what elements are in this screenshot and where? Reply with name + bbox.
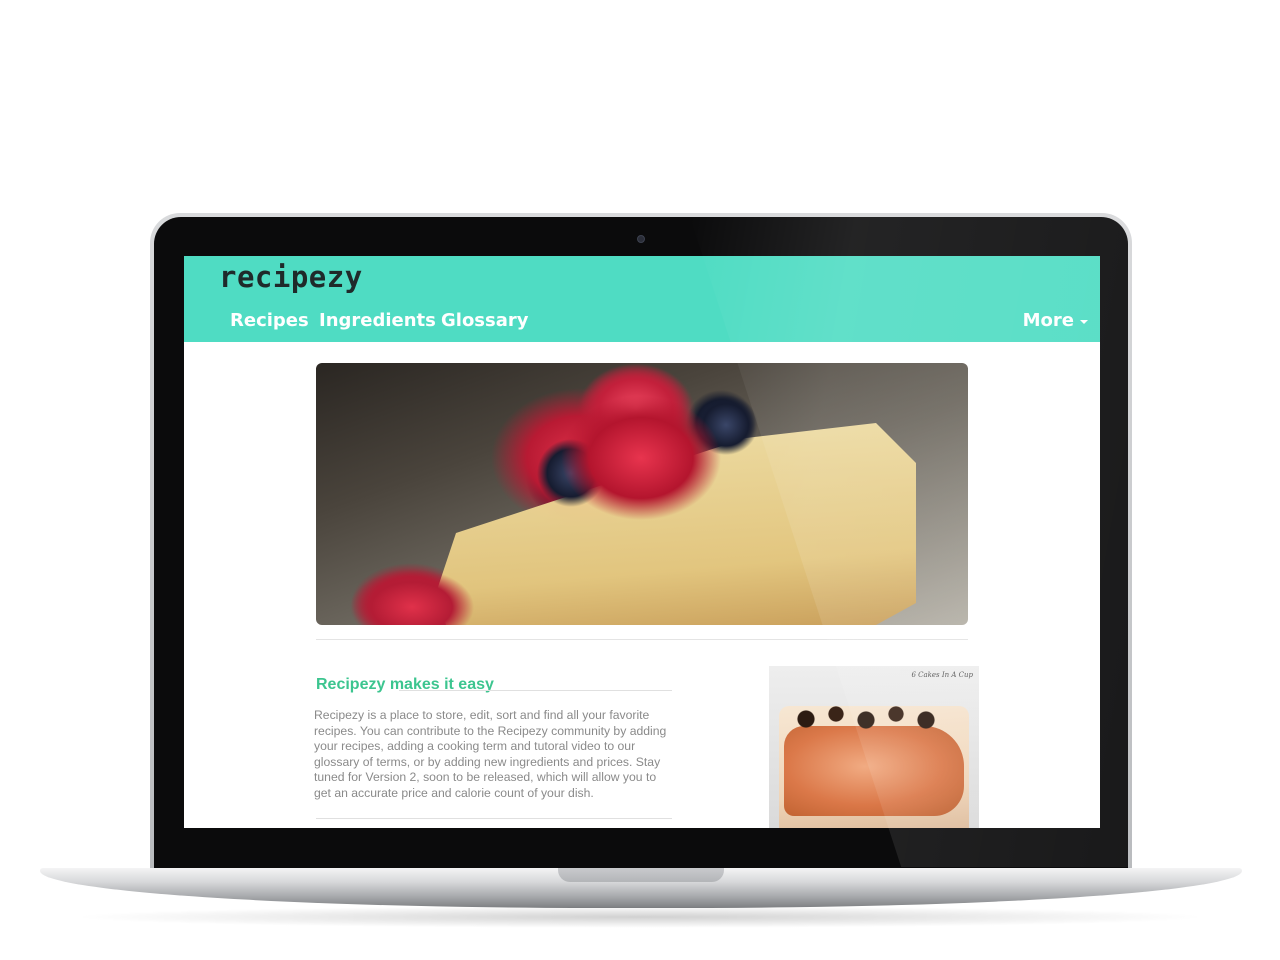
nav-glossary[interactable]: Glossary bbox=[441, 310, 529, 331]
brand-logo[interactable]: recipezy bbox=[219, 260, 363, 294]
thumbnail-caramel bbox=[784, 726, 964, 816]
thumbnail-caption: 6 Cakes In A Cup bbox=[911, 671, 973, 679]
laptop-shadow bbox=[70, 906, 1210, 928]
chevron-down-icon bbox=[1080, 319, 1088, 324]
intro-paragraph: Recipezy is a place to store, edit, sort… bbox=[314, 708, 667, 800]
navbar: recipezy Recipes Ingredients Glossary Mo… bbox=[184, 256, 1100, 342]
intro-heading: Recipezy makes it easy bbox=[316, 676, 494, 693]
featured-recipe-thumbnail[interactable]: 6 Cakes In A Cup bbox=[769, 666, 979, 828]
thumbnail-chocolate-chips bbox=[791, 704, 951, 734]
nav-more-label: More bbox=[1022, 310, 1074, 331]
intro-heading-underline bbox=[399, 690, 672, 691]
hero-berry-toppings bbox=[316, 363, 968, 625]
hero-divider bbox=[316, 639, 968, 640]
nav-more-dropdown[interactable]: More bbox=[1023, 310, 1088, 331]
laptop-opening-notch bbox=[558, 868, 724, 882]
browser-screen: recipezy Recipes Ingredients Glossary Mo… bbox=[184, 256, 1100, 828]
nav-ingredients[interactable]: Ingredients bbox=[319, 310, 436, 331]
intro-divider bbox=[316, 818, 672, 819]
camera-icon bbox=[637, 235, 645, 243]
hero-image-cheesecake bbox=[316, 363, 968, 625]
nav-recipes[interactable]: Recipes bbox=[230, 310, 309, 331]
